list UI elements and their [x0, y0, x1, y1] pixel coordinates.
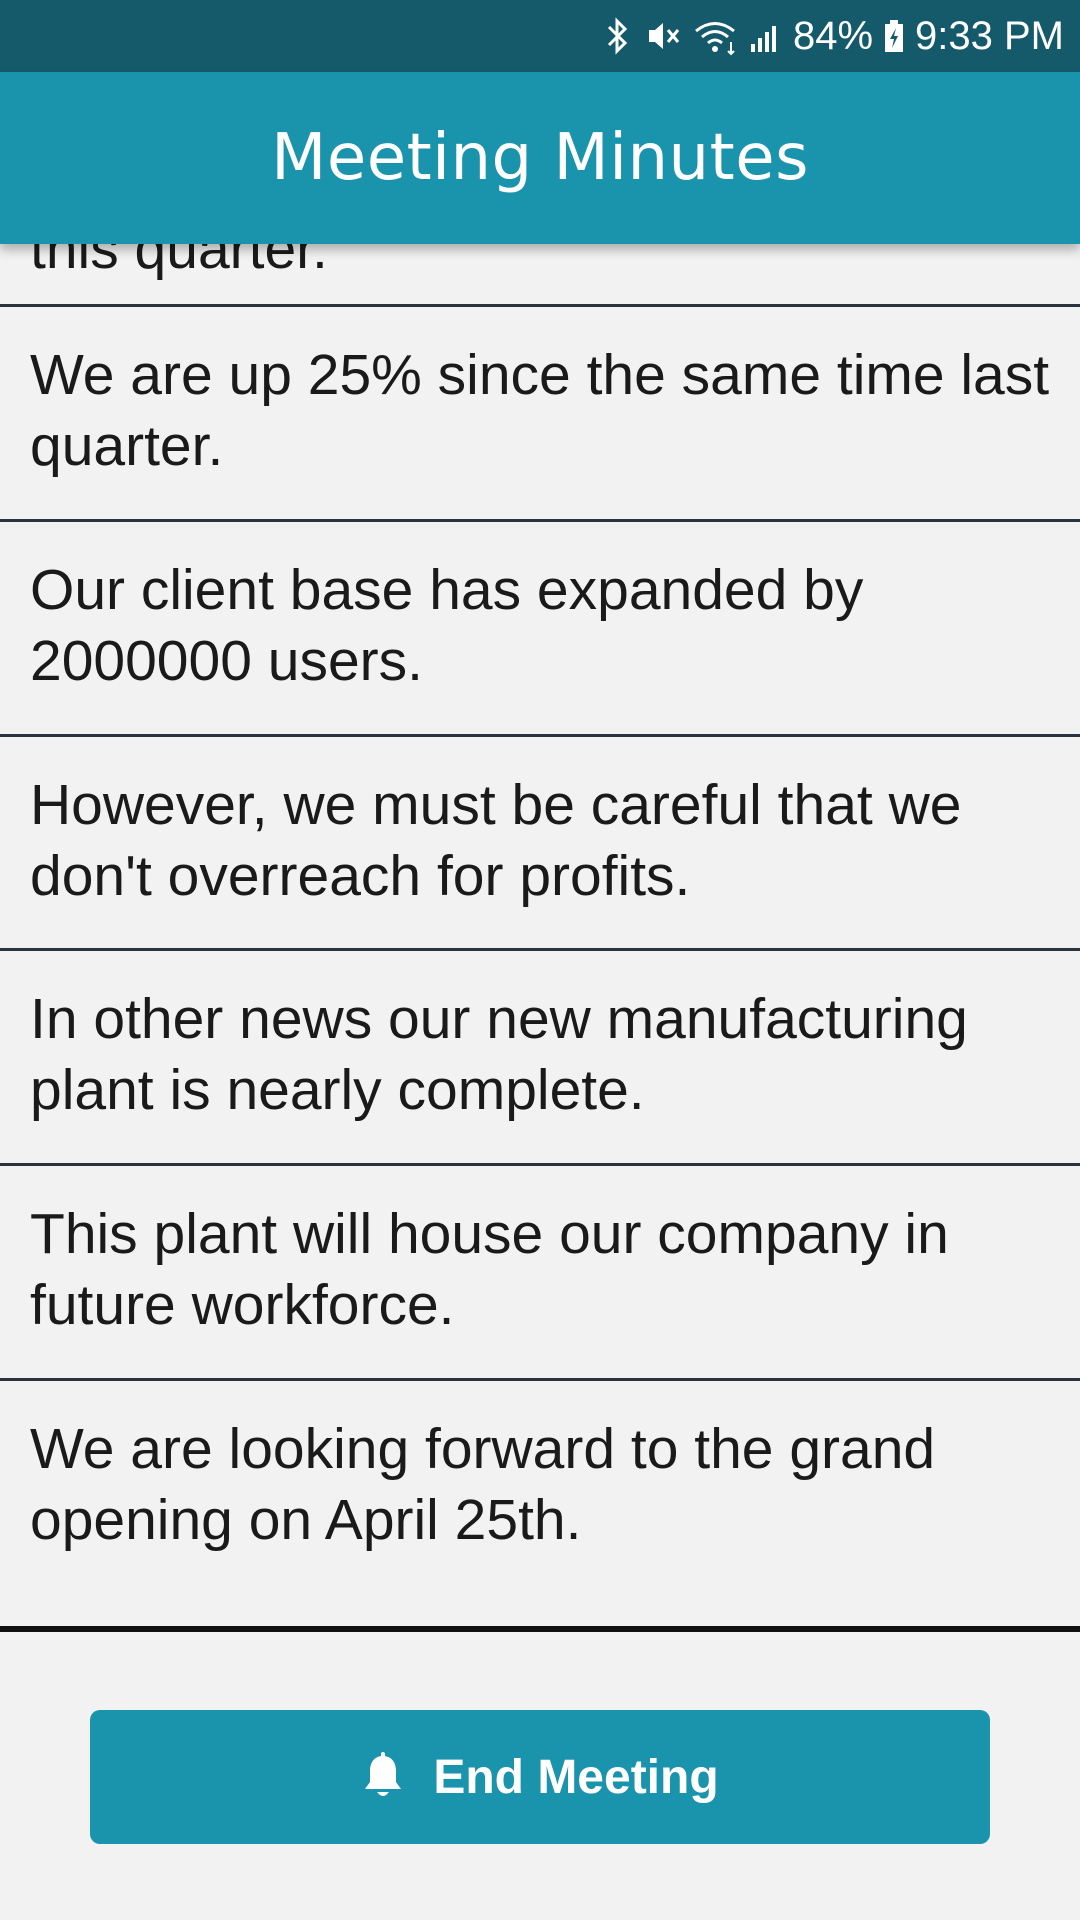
bell-icon	[361, 1752, 405, 1802]
list-item: We are looking forward to the grand open…	[0, 1381, 1080, 1626]
page-title: Meeting Minutes	[271, 121, 809, 195]
status-bar: 84% 9:33 PM	[0, 0, 1080, 72]
list-item-text: However, we must be careful that we don'…	[30, 773, 962, 908]
end-meeting-button[interactable]: End Meeting	[90, 1710, 990, 1844]
app-bar: Meeting Minutes	[0, 72, 1080, 244]
list-item: We are up 25% since the same time last q…	[0, 307, 1080, 522]
list-item-text: We are looking forward to the grand open…	[30, 1417, 936, 1552]
list-item: In other news our new manufacturing plan…	[0, 951, 1080, 1166]
list-item-text: this quarter.	[30, 244, 328, 281]
bluetooth-icon	[603, 16, 633, 56]
wifi-icon	[693, 16, 739, 56]
list-item: This plant will house our company in fut…	[0, 1166, 1080, 1381]
minutes-list[interactable]: this quarter. We are up 25% since the sa…	[0, 244, 1080, 1630]
battery-percent: 84%	[792, 13, 874, 58]
battery-charging-icon	[883, 16, 905, 56]
vibrate-icon	[643, 16, 683, 56]
divider	[0, 1626, 1080, 1632]
list-item: Our client base has expanded by 2000000 …	[0, 522, 1080, 737]
status-time: 9:33 PM	[915, 13, 1064, 58]
list-item-text: This plant will house our company in fut…	[30, 1202, 949, 1337]
signal-icon	[749, 16, 783, 56]
list-item-text: Our client base has expanded by 2000000 …	[30, 558, 864, 693]
end-meeting-label: End Meeting	[433, 1750, 719, 1804]
list-item-text: In other news our new manufacturing plan…	[30, 987, 968, 1122]
list-item: However, we must be careful that we don'…	[0, 737, 1080, 951]
list-item-text: We are up 25% since the same time last q…	[30, 343, 1050, 478]
list-item: this quarter.	[0, 244, 1080, 307]
